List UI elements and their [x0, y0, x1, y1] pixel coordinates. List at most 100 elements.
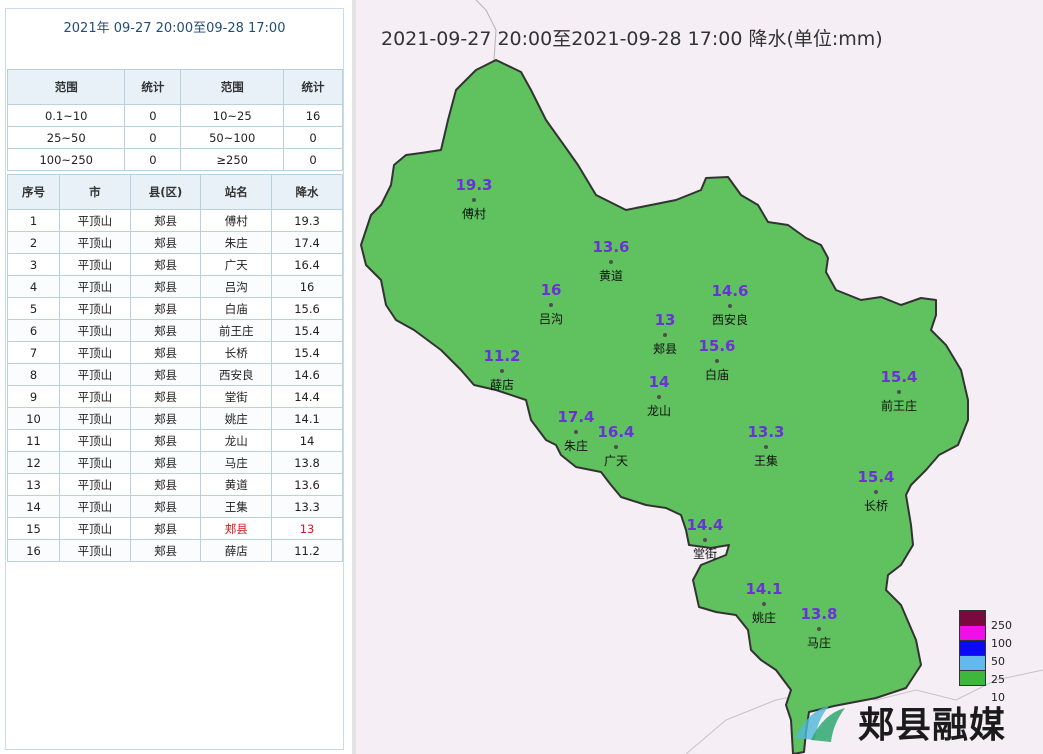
station-header-cell[interactable]: 站名 [200, 174, 273, 210]
watermark-text: 郏县融媒 [858, 705, 1007, 746]
table-row[interactable]: 2 平顶山 郏县 朱庄 17.4 [6, 231, 343, 254]
station-cell: 郏县 [129, 231, 202, 254]
station-cell: 白庙 [200, 297, 273, 320]
table-row[interactable]: 9 平顶山 郏县 堂街 14.4 [6, 385, 343, 408]
station-cell: 郏县 [129, 297, 202, 320]
station-cell: 14.4 [271, 385, 343, 408]
station-cell: 吕沟 [200, 275, 273, 298]
station-cell: 平顶山 [59, 517, 131, 540]
station-value: 15.4 [857, 468, 894, 486]
station-cell: 13 [6, 473, 61, 496]
station-dot [472, 198, 476, 202]
station-header-cell[interactable]: 市 [59, 174, 131, 210]
station-cell: 13 [271, 517, 343, 540]
station-dot [703, 538, 707, 542]
station-cell: 平顶山 [59, 539, 131, 562]
station-cell: 11 [6, 429, 61, 452]
station-cell: 郏县 [129, 209, 202, 232]
station-name: 龙山 [647, 404, 671, 418]
station-cell: 平顶山 [59, 275, 131, 298]
station-cell: 平顶山 [59, 341, 131, 364]
stats-cell: 10~25 [180, 104, 285, 127]
station-cell: 12 [6, 451, 61, 474]
stats-cell: 0 [283, 148, 343, 171]
table-row[interactable]: 12 平顶山 郏县 马庄 13.8 [6, 451, 343, 474]
station-cell: 平顶山 [59, 407, 131, 430]
legend-label: 50 [991, 655, 1005, 668]
station-cell: 16 [6, 539, 61, 562]
station-value: 11.2 [483, 347, 520, 365]
station-cell: 4 [6, 275, 61, 298]
rainfall-map: 19.3 傅村 13.6 黄道 16 吕沟 14.6 西安良 13 郏县 15.6 白庙 11.2 薛店 1… [360, 0, 1043, 754]
table-row[interactable]: 8 平顶山 郏县 西安良 14.6 [6, 363, 343, 386]
table-row[interactable]: 11 平顶山 郏县 龙山 14 [6, 429, 343, 452]
stats-table: 范围 统计 范围 统计 0.1~10 0 10~25 16 25~50 0 50~100 0 100~… [6, 69, 343, 171]
station-header-cell[interactable]: 序号 [6, 174, 61, 210]
table-row[interactable]: 10 平顶山 郏县 姚庄 14.1 [6, 407, 343, 430]
stats-header-cell: 范围 [6, 69, 126, 105]
station-cell: 薛店 [200, 539, 273, 562]
station-cell: 郏县 [129, 319, 202, 342]
legend-swatch [959, 640, 986, 656]
station-header-cell[interactable]: 县(区) [129, 174, 202, 210]
station-name: 前王庄 [881, 398, 917, 413]
station-value: 16 [541, 281, 562, 299]
stats-row: 0.1~10 0 10~25 16 [6, 104, 343, 127]
table-row[interactable]: 3 平顶山 郏县 广天 16.4 [6, 253, 343, 276]
legend: 250 100 50 25 10 [959, 610, 1012, 704]
stats-header-cell: 统计 [283, 69, 343, 105]
table-row[interactable]: 16 平顶山 郏县 薛店 11.2 [6, 539, 343, 562]
station-value: 14.6 [711, 282, 748, 300]
table-row[interactable]: 4 平顶山 郏县 吕沟 16 [6, 275, 343, 298]
station-cell: 13.3 [271, 495, 343, 518]
station-cell: 1 [6, 209, 61, 232]
legend-swatch [959, 670, 986, 686]
station-cell: 郏县 [129, 385, 202, 408]
stats-header-cell: 统计 [124, 69, 182, 105]
station-cell: 平顶山 [59, 473, 131, 496]
station-cell: 王集 [200, 495, 273, 518]
station-value: 14.1 [745, 580, 782, 598]
station-dot [874, 490, 878, 494]
station-name: 白庙 [705, 367, 729, 382]
station-value: 13 [655, 311, 676, 329]
station-cell: 16.4 [271, 253, 343, 276]
table-row[interactable]: 13 平顶山 郏县 黄道 13.6 [6, 473, 343, 496]
station-name: 广天 [604, 454, 628, 468]
station-cell: 15.6 [271, 297, 343, 320]
station-cell: 郏县 [129, 539, 202, 562]
legend-swatch [959, 625, 986, 641]
stats-cell: 0 [124, 126, 182, 149]
station-cell: 19.3 [271, 209, 343, 232]
station-name: 郏县 [653, 342, 677, 356]
station-dot [764, 445, 768, 449]
table-row[interactable]: 7 平顶山 郏县 长桥 15.4 [6, 341, 343, 364]
station-cell: 姚庄 [200, 407, 273, 430]
stats-cell: 16 [283, 104, 343, 127]
stats-row: 25~50 0 50~100 0 [6, 126, 343, 149]
station-header-cell[interactable]: 降水 [271, 174, 343, 210]
left-panel: 2021年 09-27 20:00至09-28 17:00 范围 统计 范围 统计 0… [5, 8, 344, 750]
station-cell: 平顶山 [59, 231, 131, 254]
station-dot [574, 430, 578, 434]
table-row[interactable]: 14 平顶山 郏县 王集 13.3 [6, 495, 343, 518]
table-row[interactable]: 1 平顶山 郏县 傅村 19.3 [6, 209, 343, 232]
station-name: 傅村 [462, 207, 486, 221]
stats-cell: 0 [124, 104, 182, 127]
station-cell: 郏县 [129, 473, 202, 496]
station-cell: 郏县 [129, 341, 202, 364]
station-name: 姚庄 [752, 610, 776, 625]
stats-cell: 25~50 [6, 126, 126, 149]
station-cell: 13.8 [271, 451, 343, 474]
station-value: 14 [649, 373, 670, 391]
station-cell: 2 [6, 231, 61, 254]
station-value: 15.4 [880, 368, 917, 386]
station-name: 吕沟 [539, 312, 563, 326]
table-row[interactable]: 15 平顶山 郏县 郏县 13 [6, 517, 343, 540]
table-row[interactable]: 5 平顶山 郏县 白庙 15.6 [6, 297, 343, 320]
legend-label: 250 [991, 619, 1012, 632]
station-dot [728, 304, 732, 308]
legend-swatch [959, 610, 986, 626]
stats-cell: ≥250 [180, 148, 285, 171]
table-row[interactable]: 6 平顶山 郏县 前王庄 15.4 [6, 319, 343, 342]
